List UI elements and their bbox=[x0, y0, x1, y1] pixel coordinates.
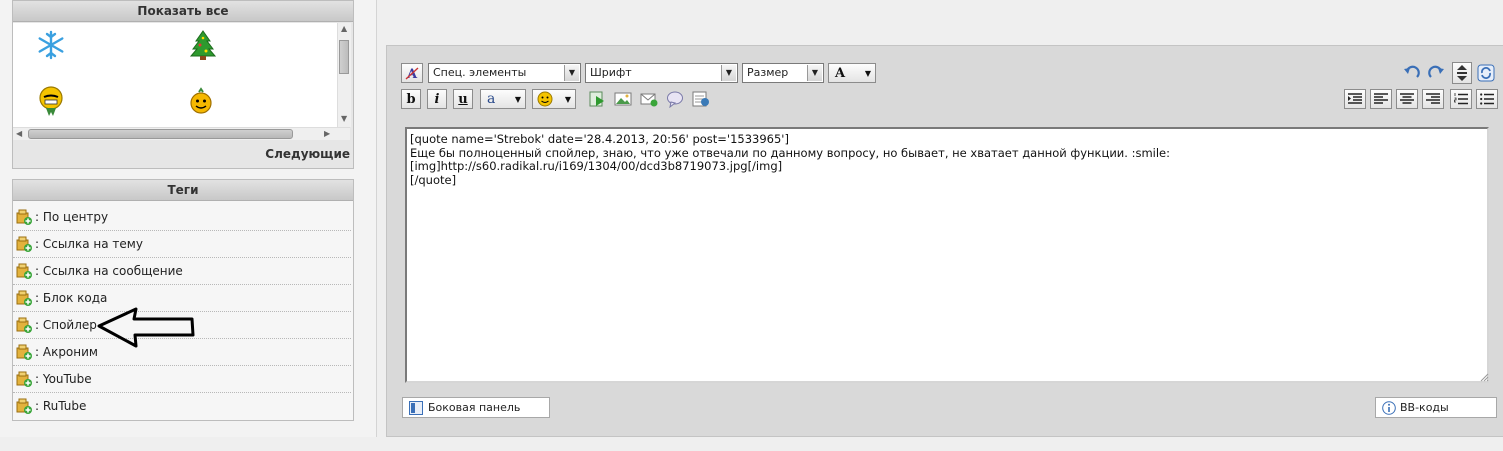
tag-add-icon bbox=[16, 344, 32, 360]
chevron-down-icon: ▼ bbox=[564, 65, 579, 81]
numbered-list-icon bbox=[1454, 93, 1468, 105]
code-icon bbox=[692, 91, 709, 107]
switch-mode-button[interactable] bbox=[1477, 64, 1495, 82]
bullet-list-icon bbox=[1480, 93, 1494, 105]
christmas-tree-icon[interactable] bbox=[187, 29, 219, 61]
tag-add-icon bbox=[16, 371, 32, 387]
tag-add-icon bbox=[16, 290, 32, 306]
chevron-down-icon: ▼ bbox=[721, 65, 736, 81]
remove-format-icon: A bbox=[405, 67, 419, 81]
tags-panel: Теги : По центру : Ссылка на тему : Ссыл… bbox=[12, 179, 354, 421]
scroll-down-arrow-icon[interactable]: ▼ bbox=[341, 114, 347, 123]
vertical-scroll-thumb[interactable] bbox=[339, 40, 349, 74]
tag-add-icon bbox=[16, 236, 32, 252]
emoticon-box: ▲ ▼ ◀ ▶ bbox=[13, 23, 351, 140]
left-column: Показать все ▲ ▼ ◀ ▶ Следующие Теги: По… bbox=[0, 0, 377, 451]
resize-editor-button[interactable] bbox=[1452, 62, 1472, 84]
tag-item-center[interactable]: : По центру bbox=[13, 203, 351, 231]
remove-format-button[interactable]: A bbox=[401, 63, 423, 83]
bbcodes-help-button[interactable]: BB-коды bbox=[1375, 397, 1497, 418]
insert-image-button[interactable] bbox=[614, 90, 632, 108]
refresh-icon bbox=[1477, 64, 1495, 82]
size-select[interactable]: Размер ▼ bbox=[742, 63, 824, 83]
chevron-down-icon: ▼ bbox=[807, 65, 822, 81]
chevron-down-icon: ▼ bbox=[514, 94, 521, 104]
tag-label: : Акроним bbox=[35, 344, 98, 359]
chevron-down-icon: ▼ bbox=[564, 94, 571, 104]
insert-link-button[interactable] bbox=[588, 90, 606, 108]
align-left-button[interactable] bbox=[1370, 89, 1392, 109]
link-icon bbox=[589, 91, 604, 107]
emoticon-button[interactable]: ▼ bbox=[532, 89, 576, 109]
indent-icon bbox=[1348, 93, 1362, 104]
bottom-strip bbox=[0, 437, 1503, 451]
tag-add-icon bbox=[16, 263, 32, 279]
scroll-up-arrow-icon[interactable]: ▲ bbox=[341, 24, 347, 33]
italic-button[interactable]: i bbox=[427, 89, 447, 109]
align-right-button[interactable] bbox=[1422, 89, 1444, 109]
email-icon bbox=[640, 93, 658, 107]
pointer-arrow-icon bbox=[97, 307, 195, 348]
image-icon bbox=[614, 92, 632, 106]
numbered-list-button[interactable] bbox=[1450, 89, 1472, 109]
undo-button[interactable] bbox=[1403, 64, 1421, 82]
text-color-button[interactable]: A ▼ bbox=[828, 63, 876, 83]
pumpkin-smiley-icon[interactable] bbox=[185, 85, 217, 117]
tag-label: : YouTube bbox=[35, 371, 92, 386]
info-icon bbox=[1382, 400, 1396, 415]
special-elements-select[interactable]: Спец. элементы ▼ bbox=[428, 63, 581, 83]
resize-grip-icon[interactable] bbox=[1479, 372, 1489, 382]
emoticon-vertical-scrollbar[interactable]: ▲ ▼ bbox=[337, 23, 351, 127]
sidebar-toggle-button[interactable]: Боковая панель bbox=[402, 397, 550, 418]
tag-item-topic-link[interactable]: : Ссылка на тему bbox=[13, 230, 351, 258]
tag-add-icon bbox=[16, 209, 32, 225]
tag-add-icon bbox=[16, 398, 32, 414]
align-right-icon bbox=[1426, 93, 1440, 104]
tag-label: : По центру bbox=[35, 209, 109, 224]
next-emoticons-link[interactable]: Следующие bbox=[265, 147, 350, 161]
show-all-header[interactable]: Показать все bbox=[13, 1, 353, 22]
bold-button[interactable]: b bbox=[401, 89, 421, 109]
snowflake-icon[interactable] bbox=[35, 29, 67, 61]
tag-label: : Ссылка на тему bbox=[35, 236, 143, 251]
medal-smiley-icon[interactable] bbox=[35, 85, 67, 117]
undo-icon bbox=[1404, 65, 1420, 78]
font-color-button[interactable]: a ▼ bbox=[480, 89, 526, 109]
align-center-button[interactable] bbox=[1396, 89, 1418, 109]
bullet-list-button[interactable] bbox=[1476, 89, 1498, 109]
align-center-icon bbox=[1400, 93, 1414, 104]
insert-code-button[interactable] bbox=[692, 90, 710, 108]
emoticons-panel: Показать все ▲ ▼ ◀ ▶ Следующие bbox=[12, 0, 354, 169]
expand-vertical-icon bbox=[1457, 65, 1467, 81]
sidebar-panel-icon bbox=[409, 400, 423, 415]
chevron-down-icon: ▼ bbox=[864, 68, 871, 78]
tag-label: : Спойлер bbox=[35, 317, 97, 332]
tag-label: : Блок кода bbox=[35, 290, 108, 305]
tag-item-youtube[interactable]: : YouTube bbox=[13, 365, 351, 393]
tag-label: : RuTube bbox=[35, 398, 87, 413]
indent-button[interactable] bbox=[1344, 89, 1366, 109]
insert-quote-button[interactable] bbox=[666, 90, 684, 109]
editor-area: A Спец. элементы ▼ Шрифт ▼ Размер ▼ A ▼ … bbox=[386, 45, 1503, 437]
horizontal-scroll-thumb[interactable] bbox=[28, 129, 293, 139]
tag-label: : Ссылка на сообщение bbox=[35, 263, 183, 278]
redo-icon bbox=[1428, 65, 1444, 78]
insert-email-button[interactable] bbox=[640, 90, 658, 108]
tags-header: Теги bbox=[13, 180, 353, 201]
post-editor-textarea[interactable]: [quote name='Strebok' date='28.4.2013, 2… bbox=[405, 127, 1489, 383]
smiley-icon bbox=[537, 91, 553, 107]
emoticon-horizontal-scrollbar[interactable]: ◀ ▶ bbox=[13, 127, 350, 140]
tag-add-icon bbox=[16, 317, 32, 333]
tag-item-rutube[interactable]: : RuTube bbox=[13, 392, 351, 419]
scroll-left-arrow-icon[interactable]: ◀ bbox=[16, 129, 22, 138]
scroll-right-arrow-icon[interactable]: ▶ bbox=[324, 129, 330, 138]
align-left-icon bbox=[1374, 93, 1388, 104]
tag-item-post-link[interactable]: : Ссылка на сообщение bbox=[13, 257, 351, 285]
quote-icon bbox=[667, 91, 683, 109]
underline-button[interactable]: u bbox=[453, 89, 473, 109]
font-select[interactable]: Шрифт ▼ bbox=[585, 63, 738, 83]
redo-button[interactable] bbox=[1427, 64, 1445, 82]
